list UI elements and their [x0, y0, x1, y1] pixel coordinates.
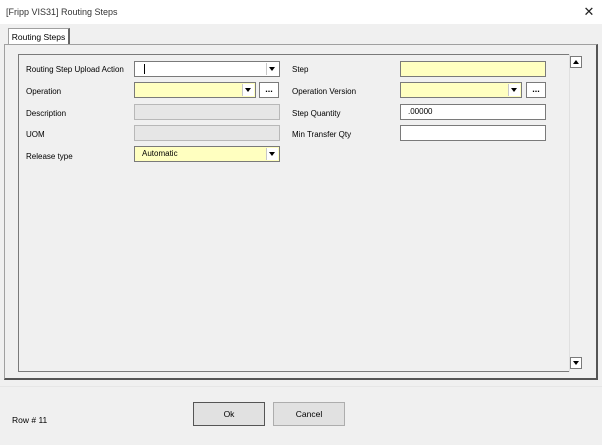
step-quantity-value: .00000 — [408, 107, 433, 116]
ok-button[interactable]: Ok — [193, 402, 265, 426]
chevron-down-icon[interactable] — [266, 63, 278, 75]
uom-field — [134, 125, 280, 141]
upload-action-label: Routing Step Upload Action — [26, 65, 124, 74]
operation-version-select[interactable] — [400, 82, 522, 98]
footer-divider — [0, 386, 602, 387]
scroll-down-icon[interactable] — [570, 357, 582, 369]
close-icon[interactable]: ✕ — [578, 2, 600, 22]
min-transfer-qty-field[interactable] — [400, 125, 546, 141]
chevron-down-icon[interactable] — [508, 84, 520, 96]
row-indicator: Row # 11 — [12, 415, 48, 425]
window-title: [Fripp VIS31] Routing Steps — [6, 7, 118, 17]
vertical-scrollbar[interactable] — [569, 54, 584, 372]
description-label: Description — [26, 109, 67, 118]
operation-select[interactable] — [134, 82, 256, 98]
step-label: Step — [292, 65, 309, 74]
uom-label: UOM — [26, 130, 45, 139]
text-caret — [144, 64, 145, 74]
operation-browse-button[interactable]: ... — [259, 82, 279, 98]
operation-version-label: Operation Version — [292, 87, 357, 96]
tab-routing-steps[interactable]: Routing Steps — [8, 28, 70, 45]
form-panel — [18, 54, 584, 372]
chevron-down-icon[interactable] — [242, 84, 254, 96]
step-quantity-label: Step Quantity — [292, 109, 341, 118]
cancel-button[interactable]: Cancel — [273, 402, 345, 426]
operation-label: Operation — [26, 87, 62, 96]
release-type-select[interactable]: Automatic — [134, 146, 280, 162]
release-type-label: Release type — [26, 152, 73, 161]
step-field[interactable] — [400, 61, 546, 77]
release-type-value: Automatic — [142, 149, 178, 158]
min-transfer-qty-label: Min Transfer Qty — [292, 130, 352, 139]
operation-version-browse-button[interactable]: ... — [526, 82, 546, 98]
upload-action-select[interactable] — [134, 61, 280, 77]
scroll-up-icon[interactable] — [570, 56, 582, 68]
chevron-down-icon[interactable] — [266, 148, 278, 160]
description-field — [134, 104, 280, 120]
step-quantity-field[interactable]: .00000 — [400, 104, 546, 120]
